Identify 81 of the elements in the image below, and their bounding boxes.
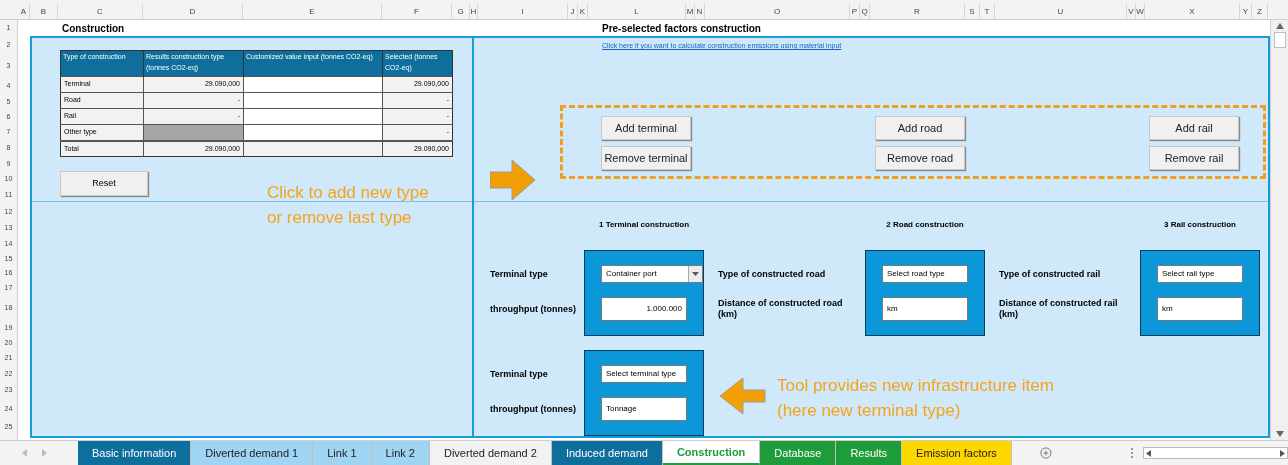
sheet-tab[interactable]: Basic information [77, 441, 192, 465]
section-heading: 3 Rail construction [1163, 219, 1237, 231]
sheet-tab[interactable]: Link 2 [371, 441, 430, 465]
scroll-down-icon[interactable] [1274, 430, 1285, 438]
sheet-tab[interactable]: Emission factors [902, 441, 1012, 465]
field-label: Distance of constructed road (km) [718, 298, 844, 320]
section-heading: 2 Road construction [885, 219, 965, 231]
column-header[interactable]: B [30, 4, 58, 19]
input-cell[interactable] [243, 76, 383, 93]
input-cell[interactable] [243, 108, 383, 125]
input-field[interactable]: Select rail type [1157, 265, 1243, 283]
column-header[interactable]: W [1136, 4, 1145, 19]
column-header[interactable]: M [686, 4, 695, 19]
scroll-right-icon[interactable] [1280, 449, 1285, 457]
section-title: Construction [62, 21, 126, 36]
input-field[interactable]: Select terminal type [601, 365, 687, 383]
input-field[interactable]: Select road type [882, 265, 968, 283]
column-header[interactable]: Y [1240, 4, 1252, 19]
column-header[interactable]: C [58, 4, 143, 19]
column-header[interactable]: K [578, 4, 588, 19]
scroll-up-icon[interactable] [1274, 22, 1285, 30]
horizontal-scrollbar[interactable] [1143, 447, 1288, 459]
sheet-tab[interactable]: Induced demand [551, 441, 663, 465]
column-header[interactable]: T [980, 4, 995, 19]
input-field[interactable]: km [1157, 297, 1243, 321]
column-header[interactable]: E [243, 4, 382, 19]
macro-button[interactable]: Add terminal [601, 116, 691, 140]
macro-button[interactable]: Remove rail [1149, 146, 1239, 170]
input-field[interactable]: km [882, 297, 968, 321]
column-header[interactable]: Q [860, 4, 870, 19]
field-label: throughput (tonnes) [490, 403, 576, 415]
field-label: Terminal type [490, 268, 548, 280]
vertical-scrollbar[interactable] [1270, 20, 1288, 440]
column-header[interactable]: O [705, 4, 850, 19]
macro-button[interactable]: Remove road [875, 146, 965, 170]
macro-button[interactable]: Add rail [1149, 116, 1239, 140]
sheet-tab[interactable]: Results [836, 441, 903, 465]
scroll-left-icon[interactable] [1146, 449, 1152, 457]
field-label: Distance of constructed rail (km) [999, 298, 1119, 320]
section-heading: 1 Terminal construction [597, 219, 691, 231]
column-header[interactable]: H [470, 4, 478, 19]
sheet-tab[interactable]: Construction [662, 441, 761, 465]
column-header[interactable]: S [965, 4, 980, 19]
column-header[interactable]: N [695, 4, 705, 19]
sheet-tab[interactable]: Link 1 [313, 441, 372, 465]
column-header[interactable]: A [18, 4, 30, 19]
column-header[interactable]: X [1145, 4, 1240, 19]
input-field[interactable]: Tonnage [601, 397, 687, 421]
input-cell[interactable] [243, 140, 383, 157]
reset-button[interactable]: Reset [60, 171, 148, 196]
column-header[interactable]: J [568, 4, 578, 19]
annotation-text: Tool provides new infrastructure item (here new terminal type) [777, 375, 1054, 422]
macro-button[interactable]: Remove terminal [601, 146, 691, 170]
scroll-thumb[interactable] [1273, 32, 1286, 48]
column-header[interactable]: R [870, 4, 965, 19]
macro-button[interactable]: Add road [875, 116, 965, 140]
field-label: Terminal type [490, 368, 548, 380]
input-field[interactable]: 1.000.000 [601, 297, 687, 321]
column-header[interactable]: G [452, 4, 470, 19]
section-title: Pre-selected factors construction [602, 21, 761, 36]
field-label: throughput (tonnes) [490, 303, 576, 315]
more-icon[interactable] [1129, 447, 1134, 459]
column-header[interactable]: I [478, 4, 568, 19]
dropdown-field[interactable]: Container port [601, 265, 703, 283]
field-label: Type of constructed rail [999, 268, 1101, 280]
arrow-icon [490, 160, 537, 200]
input-cell[interactable] [243, 124, 383, 141]
add-sheet-icon[interactable] [1039, 446, 1052, 460]
column-header[interactable]: L [588, 4, 686, 19]
sheet-tab[interactable]: Diverted demand 1 [191, 441, 314, 465]
arrow-icon [720, 378, 767, 418]
column-header[interactable]: V [1127, 4, 1136, 19]
column-header[interactable]: D [143, 4, 243, 19]
field-label: Type of constructed road [718, 268, 826, 280]
column-header[interactable]: P [850, 4, 860, 19]
column-header[interactable]: U [995, 4, 1127, 19]
annotation-text: Click to add new type or remove last type [267, 182, 429, 229]
column-header[interactable]: Z [1252, 4, 1268, 19]
sheet-tab[interactable]: Database [760, 441, 837, 465]
input-cell[interactable] [243, 92, 383, 109]
column-header[interactable]: F [382, 4, 452, 19]
